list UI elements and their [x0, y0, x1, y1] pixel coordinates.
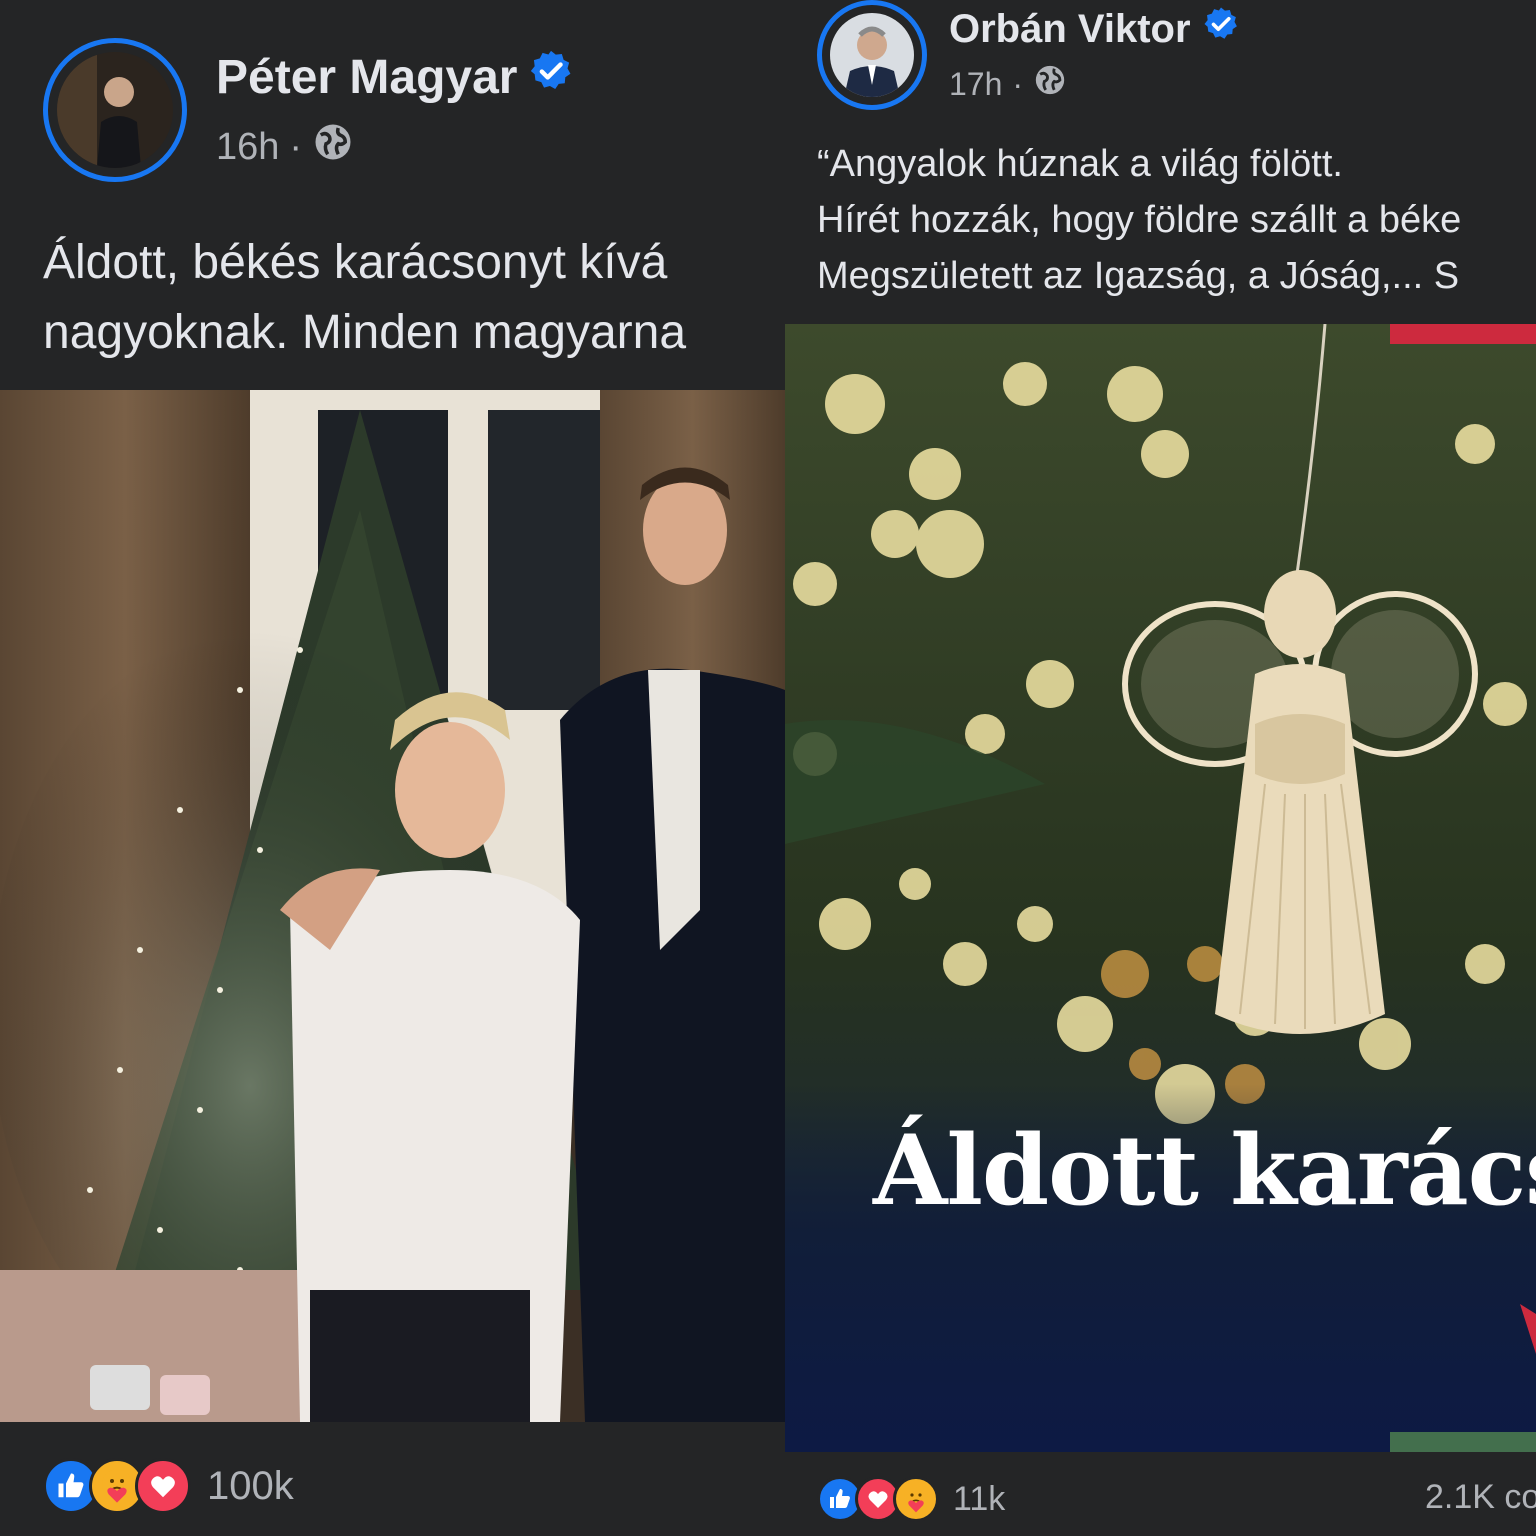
flag-stripe-red [1390, 324, 1536, 344]
post-text-line: Megszületett az Igazság, a Jóság,... S [817, 255, 1460, 297]
care-icon [893, 1476, 939, 1522]
reaction-count[interactable]: 100k [207, 1464, 294, 1509]
author-name[interactable]: Orbán Viktor [949, 4, 1239, 54]
author-name-text[interactable]: Péter Magyar [216, 50, 517, 105]
meta-separator: · [1012, 65, 1024, 102]
reaction-count[interactable]: 11k [953, 1480, 1005, 1519]
post-text: “Angyalok húznak a világ fölött. Hírét h… [817, 136, 1461, 304]
post-card-orban-viktor: Orbán Viktor 17h · “Angyalok húznak a vi… [785, 0, 1536, 1536]
post-text-line: Áldott, békés karácsonyt kívá [43, 236, 668, 289]
author-avatar[interactable] [817, 0, 927, 110]
post-text: Áldott, békés karácsonyt kívá nagyoknak.… [43, 228, 686, 368]
love-icon [135, 1458, 191, 1514]
author-name[interactable]: Péter Magyar [216, 48, 573, 106]
post-card-peter-magyar: Péter Magyar 16h · Áldott, békés karácso… [0, 0, 785, 1536]
globe-icon [312, 121, 354, 173]
post-image-angel-ornament[interactable]: Áldott karács [785, 324, 1536, 1452]
author-name-text[interactable]: Orbán Viktor [949, 7, 1191, 52]
globe-icon [1033, 63, 1067, 105]
image-caption: Áldott karács [873, 1114, 1536, 1227]
flag-stripe-green [1390, 1432, 1536, 1452]
post-time[interactable]: 17h [949, 66, 1002, 103]
avatar-photo [830, 13, 914, 97]
verified-badge-icon [1203, 6, 1239, 52]
reaction-summary[interactable]: 100k [43, 1455, 294, 1517]
post-photo-christmas-tree[interactable] [0, 390, 785, 1422]
post-time[interactable]: 16h [216, 126, 279, 169]
post-meta: 16h · [216, 122, 354, 172]
author-avatar[interactable] [43, 38, 187, 182]
comment-count[interactable]: 2.1K co [1425, 1478, 1536, 1517]
post-text-line: “Angyalok húznak a világ fölött. [817, 143, 1343, 185]
avatar-photo [57, 52, 173, 168]
post-text-line: nagyoknak. Minden magyarna [43, 306, 687, 359]
meta-separator: · [289, 125, 303, 168]
post-meta: 17h · [949, 62, 1067, 106]
post-text-line: Hírét hozzák, hogy földre szállt a béke [817, 199, 1462, 241]
reaction-summary[interactable]: 11k [817, 1474, 1005, 1524]
verified-badge-icon [529, 49, 573, 105]
